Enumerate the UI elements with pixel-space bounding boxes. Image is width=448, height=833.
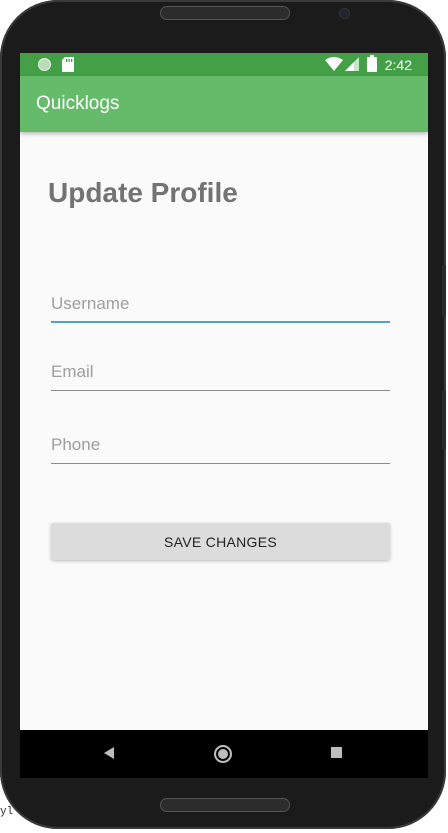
email-underline (51, 390, 390, 391)
username-underline (51, 321, 390, 323)
page-title: Update Profile (48, 177, 238, 208)
status-time: 2:42 (384, 57, 412, 73)
email-field[interactable] (51, 357, 390, 391)
circle-icon (38, 58, 51, 71)
power-button (442, 390, 446, 450)
corner-text-fragment: yl (0, 806, 14, 818)
phone-field[interactable] (51, 430, 390, 464)
email-input[interactable] (51, 357, 390, 387)
phone-underline (51, 463, 390, 464)
phone-input[interactable] (51, 430, 390, 460)
home-icon[interactable] (214, 745, 232, 763)
front-camera (340, 9, 349, 18)
status-bar: 2:42 (20, 53, 428, 76)
volume-button (442, 265, 446, 317)
save-changes-button[interactable]: SAVE CHANGES (51, 523, 390, 560)
device-frame: 2:42 Quicklogs Update Profile SAVE CHANG… (0, 0, 446, 829)
sd-card-icon (62, 57, 74, 72)
back-icon[interactable] (104, 747, 114, 759)
screen: 2:42 Quicklogs Update Profile SAVE CHANG… (20, 53, 428, 778)
top-speaker (160, 6, 290, 20)
username-input[interactable] (51, 289, 390, 319)
app-bar: Quicklogs (20, 76, 428, 132)
username-field[interactable] (51, 289, 390, 323)
nav-bar (20, 730, 428, 778)
cell-signal-icon (345, 57, 359, 71)
recents-icon[interactable] (331, 747, 342, 758)
app-title: Quicklogs (36, 93, 120, 114)
bottom-speaker (160, 798, 290, 812)
battery-icon (367, 55, 377, 72)
wifi-icon (325, 57, 343, 71)
